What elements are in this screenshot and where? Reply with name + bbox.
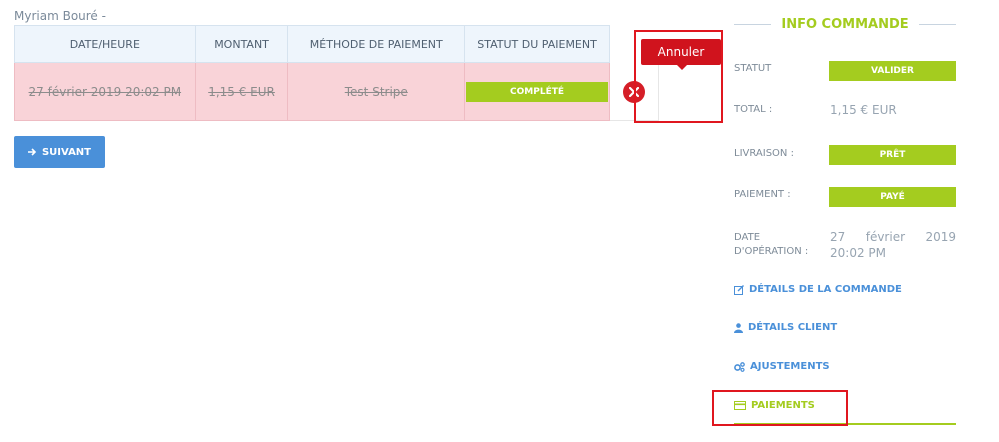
status-label: STATUT xyxy=(734,63,772,74)
payments-highlight-box xyxy=(712,390,848,426)
payment-status-badge: COMPLÉTÉ xyxy=(466,81,609,102)
next-button-label: SUIVANT xyxy=(41,146,92,158)
payment-method-cell: Test Stripe xyxy=(287,62,466,121)
total-label: TOTAL : xyxy=(734,104,773,115)
client-details-link[interactable]: DÉTAILS CLIENT xyxy=(734,322,837,333)
payment-amount-cell: 1,15 € EUR xyxy=(194,62,289,121)
operation-date-month: février xyxy=(865,230,906,244)
payment-date-cell: 27 février 2019 20:02 PM xyxy=(14,62,196,121)
column-header-method: MÉTHODE DE PAIEMENT xyxy=(287,25,466,63)
user-icon xyxy=(734,322,743,333)
edit-icon xyxy=(734,284,744,295)
total-value: 1,15 € EUR xyxy=(830,103,897,117)
operation-date-value: 27 février 2019 20:02 PM xyxy=(830,229,956,261)
customer-name: Myriam Bouré - xyxy=(14,9,106,23)
column-header-amount: MONTANT xyxy=(194,25,289,63)
table-header-row: DATE/HEURE MONTANT MÉTHODE DE PAIEMENT S… xyxy=(14,25,659,63)
delivery-label: LIVRAISON : xyxy=(734,148,794,159)
operation-date-label-line2: D'OPÉRATION : xyxy=(734,246,809,257)
delivery-status-badge: PRÊT xyxy=(829,145,956,165)
order-status-badge: VALIDER xyxy=(829,61,956,81)
column-header-status: STATUT DU PAIEMENT xyxy=(464,25,611,63)
operation-date-day: 27 xyxy=(830,230,846,244)
column-header-date: DATE/HEURE xyxy=(14,25,196,63)
operation-date-year: 2019 xyxy=(925,230,956,244)
adjustments-link[interactable]: AJUSTEMENTS xyxy=(734,361,830,372)
adjustments-link-label: AJUSTEMENTS xyxy=(750,361,830,372)
payment-status-summary-badge: PAYÉ xyxy=(829,187,956,207)
table-row: 27 février 2019 20:02 PM 1,15 € EUR Test… xyxy=(14,62,659,121)
operation-date-label-line1: DATE xyxy=(734,232,761,243)
cogs-icon xyxy=(734,361,745,372)
divider xyxy=(734,23,772,25)
order-details-link[interactable]: DÉTAILS DE LA COMMANDE xyxy=(734,284,902,295)
payment-status-cell: COMPLÉTÉ xyxy=(464,62,611,121)
arrow-right-icon xyxy=(27,148,37,156)
payments-table: DATE/HEURE MONTANT MÉTHODE DE PAIEMENT S… xyxy=(14,25,659,121)
order-info-heading: INFO COMMANDE xyxy=(734,15,957,33)
cancel-highlight-box xyxy=(634,30,723,123)
order-info-title: INFO COMMANDE xyxy=(781,16,909,32)
divider xyxy=(918,23,957,25)
payment-label: PAIEMENT : xyxy=(734,189,791,200)
order-details-link-label: DÉTAILS DE LA COMMANDE xyxy=(749,284,902,295)
next-button[interactable]: SUIVANT xyxy=(14,136,105,168)
operation-date-time: 20:02 PM xyxy=(830,246,886,260)
operation-date-label: DATE D'OPÉRATION : xyxy=(734,231,808,259)
client-details-link-label: DÉTAILS CLIENT xyxy=(748,322,838,333)
